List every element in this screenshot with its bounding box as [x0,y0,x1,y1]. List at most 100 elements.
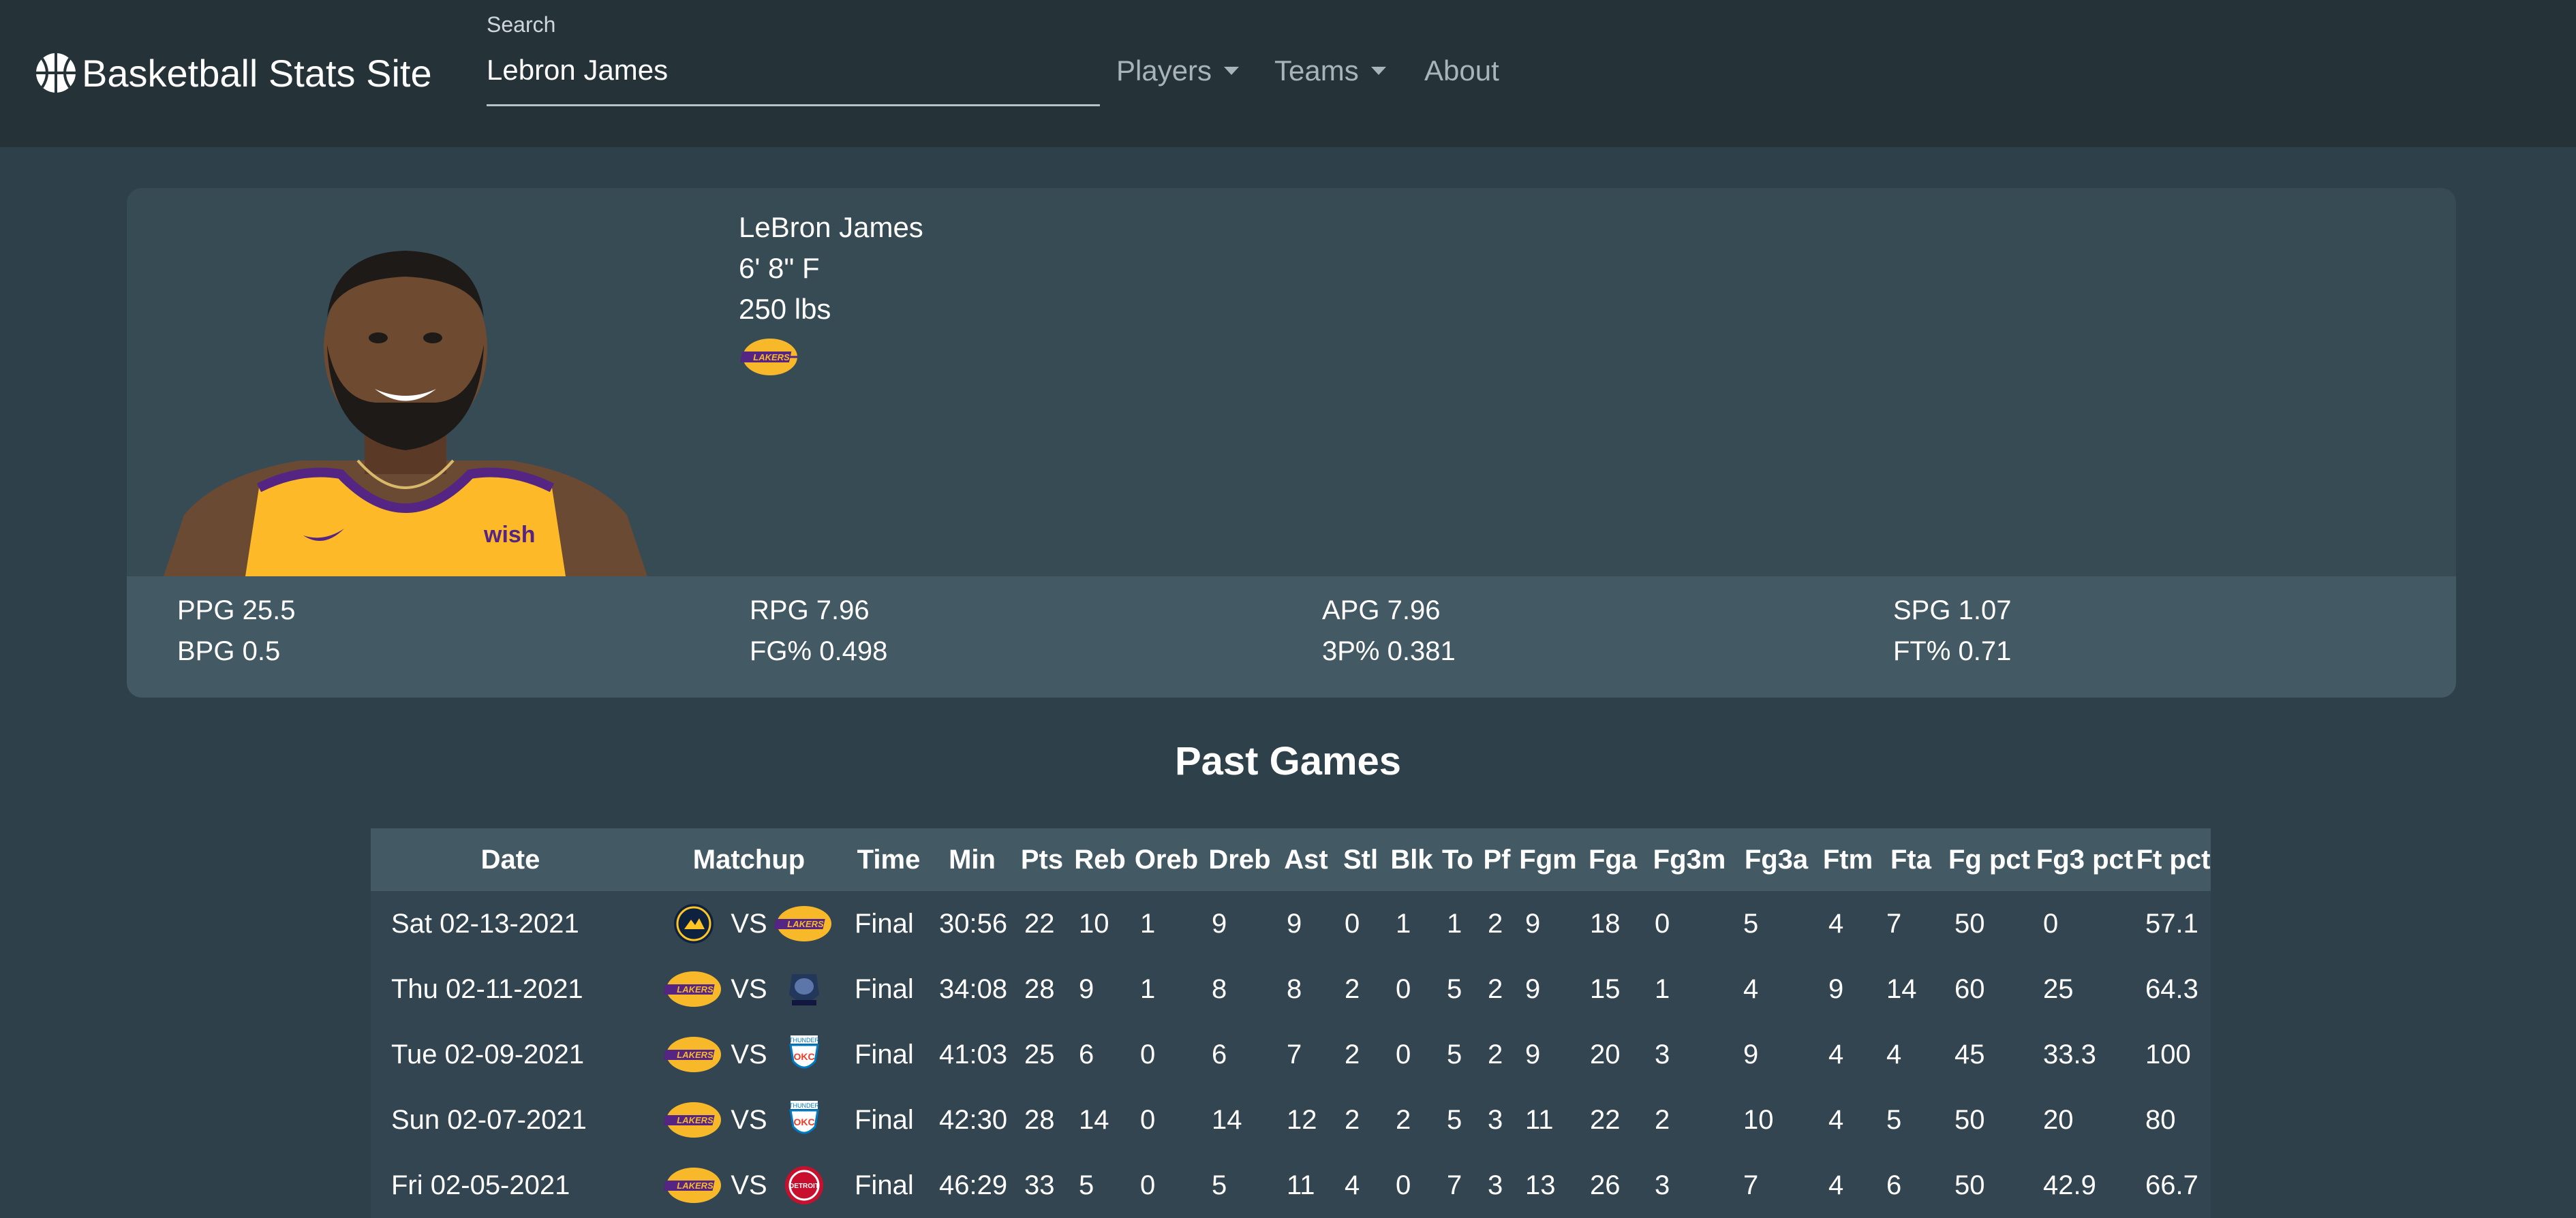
cell-reb: 14 [1079,1104,1109,1135]
table-row[interactable]: Sat 02-13-2021 VS Final 30:56 22 10 1 9 9 0 1 1 2 9 18… [371,891,2211,956]
table-header-row: Date Matchup Time Min Pts Reb Oreb Dreb Ast Stl Bl… [371,828,2211,891]
cell-stl: 4 [1345,1170,1360,1200]
cell-fgm: 11 [1525,1104,1554,1135]
cell-ft-pct: 66.7 [2145,1170,2198,1200]
cell-fta: 7 [1886,908,1902,939]
brand-link[interactable]: Basketball Stats Site [34,49,432,97]
column-header-fga[interactable]: Fga [1580,828,1645,891]
column-header-blk[interactable]: Blk [1386,828,1437,891]
nav-players-dropdown[interactable]: Players [1116,52,1240,90]
cell-ftm: 9 [1828,973,1844,1004]
column-header-matchup[interactable]: Matchup [650,828,848,891]
column-header-stl[interactable]: Stl [1335,828,1386,891]
column-header-ftm[interactable]: Ftm [1819,828,1877,891]
cell-oreb: 0 [1140,1104,1156,1135]
column-header-ast[interactable]: Ast [1277,828,1335,891]
cell-fg-pct: 50 [1954,1104,1985,1135]
cell-pts: 25 [1024,1039,1055,1069]
cell-ft-pct: 100 [2145,1039,2191,1069]
column-header-pts[interactable]: Pts [1015,828,1069,891]
lakers-logo-icon[interactable] [773,902,834,946]
column-header-fg3a[interactable]: Fg3a [1734,828,1819,891]
lakers-logo-icon[interactable] [664,1033,724,1076]
cell-ast: 7 [1287,1039,1302,1069]
cell-fg3a: 5 [1743,908,1759,939]
cell-blk: 0 [1396,1170,1411,1200]
player-headshot: wish [164,251,647,576]
cell-pf: 2 [1488,973,1503,1004]
lakers-logo-icon[interactable] [664,967,724,1011]
cell-time: Final [855,1170,914,1200]
brand-title: Basketball Stats Site [82,51,432,95]
nuggets-logo-icon[interactable] [664,902,724,946]
cell-ftm: 4 [1828,1104,1844,1135]
table-row[interactable]: Sun 02-07-2021 VS Final 42:30 28 14 0 14 12 2 2 5 3 1… [371,1087,2211,1153]
column-header-fgm[interactable]: Fgm [1516,828,1580,891]
cell-fg3m: 3 [1655,1039,1670,1069]
column-header-fg3-pct[interactable]: Fg3 pct [2034,828,2136,891]
thunder-logo-icon[interactable] [774,1098,834,1142]
cell-blk: 1 [1396,908,1411,939]
column-header-fg3m[interactable]: Fg3m [1645,828,1734,891]
cell-time: Final [855,908,914,939]
nav-about-link[interactable]: About [1424,52,1499,90]
lakers-logo-icon[interactable]: LAKERS [739,337,801,377]
column-header-date[interactable]: Date [371,828,650,891]
cell-pf: 3 [1488,1170,1503,1200]
past-games-table: Date Matchup Time Min Pts Reb Oreb Dreb Ast Stl Bl… [371,828,2211,1218]
column-header-time[interactable]: Time [848,828,930,891]
cell-reb: 9 [1079,973,1094,1004]
lakers-logo-icon[interactable] [664,1164,724,1207]
chevron-down-icon [1224,67,1240,75]
game-date: Sat 02-13-2021 [391,908,579,939]
cell-fga: 22 [1590,1104,1621,1135]
cell-stl: 2 [1345,1104,1360,1135]
column-header-fta[interactable]: Fta [1877,828,1945,891]
cell-fta: 6 [1886,1170,1902,1200]
cell-fg3m: 0 [1655,908,1670,939]
cell-ftm: 4 [1828,1170,1844,1200]
thunder-logo-icon[interactable] [774,1033,834,1076]
table-row[interactable]: Thu 02-11-2021 VS Final 34:08 28 9 1 8 8 2 0 5 2 9 15 1… [371,956,2211,1022]
lakers-logo-icon[interactable] [664,1098,724,1142]
svg-text:wish: wish [483,522,536,548]
cell-ast: 8 [1287,973,1302,1004]
pistons-logo-icon[interactable] [774,1164,834,1207]
cell-time: Final [855,1039,914,1069]
cell-pts: 22 [1024,908,1055,939]
cell-fg-pct: 50 [1954,908,1985,939]
cell-ast: 11 [1287,1170,1315,1200]
player-card: wish LeBron James 6' 8" F 250 lbs LAKERS… [127,188,2456,698]
cell-fg3-pct: 20 [2043,1104,2074,1135]
column-header-reb[interactable]: Reb [1069,828,1131,891]
grizzlies-logo-icon[interactable] [774,967,834,1011]
table-row[interactable]: Fri 02-05-2021 VS Final 46:29 33 5 0 5 11 4 0 7 3 13 2… [371,1153,2211,1218]
cell-blk: 0 [1396,1039,1411,1069]
table-row[interactable]: Tue 02-09-2021 VS Final 41:03 25 6 0 6 7 2 0 5 2 9 20 3… [371,1022,2211,1087]
column-header-fg-pct[interactable]: Fg pct [1945,828,2034,891]
cell-dreb: 5 [1212,1170,1227,1200]
column-header-ft-pct[interactable]: Ft pct [2136,828,2211,891]
cell-oreb: 1 [1140,973,1156,1004]
vs-label: VS [731,908,767,939]
column-header-dreb[interactable]: Dreb [1202,828,1277,891]
nav-teams-dropdown[interactable]: Teams [1274,52,1386,90]
cell-min: 41:03 [939,1039,1008,1069]
cell-time: Final [855,1104,914,1135]
search-input[interactable] [487,46,1100,106]
cell-pts: 28 [1024,973,1055,1004]
cell-oreb: 0 [1140,1039,1156,1069]
cell-fg3m: 1 [1655,973,1670,1004]
cell-fta: 5 [1886,1104,1902,1135]
cell-fg-pct: 50 [1954,1170,1985,1200]
cell-pf: 2 [1488,908,1503,939]
cell-fgm: 9 [1525,973,1541,1004]
column-header-min[interactable]: Min [930,828,1015,891]
column-header-to[interactable]: To [1437,828,1478,891]
cell-blk: 0 [1396,973,1411,1004]
column-header-oreb[interactable]: Oreb [1131,828,1202,891]
cell-dreb: 14 [1212,1104,1242,1135]
cell-ft-pct: 64.3 [2145,973,2198,1004]
column-header-pf[interactable]: Pf [1478,828,1516,891]
matchup-cell: VS [650,1153,848,1218]
